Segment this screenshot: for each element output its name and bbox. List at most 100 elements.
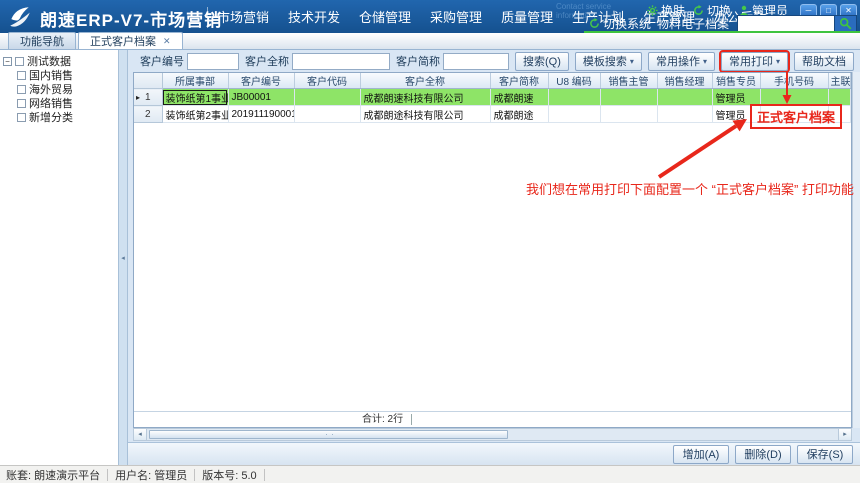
cell-sales-supervisor[interactable] [600, 106, 657, 123]
col-sales-rep[interactable]: 销售专员 [712, 73, 760, 89]
col-u8-code[interactable]: U8 编码 [548, 73, 600, 89]
tab-close-icon[interactable]: ✕ [163, 36, 171, 47]
row-number-cell[interactable]: 2 [134, 106, 162, 123]
tab-customer-archive[interactable]: 正式客户档案 ✕ [78, 32, 183, 49]
annotation-note-text: 我们想在常用打印下面配置一个 “正式客户档案” 打印功能 [526, 179, 854, 198]
app-logo-icon [7, 4, 33, 30]
cell-sales-supervisor[interactable] [600, 89, 657, 106]
cell-u8-code[interactable] [548, 106, 600, 123]
menu-item-purchasing[interactable]: 采购管理 [430, 7, 482, 26]
horizontal-scrollbar[interactable]: ◂ ▸ [133, 428, 852, 441]
splitter-collapse-icon[interactable]: ◂ [121, 254, 125, 262]
search-records-button[interactable]: 搜索(Q) [515, 52, 569, 71]
status-version: 版本号: 5.0 [202, 467, 256, 483]
full-name-input[interactable] [292, 53, 390, 70]
status-account: 账套: 朗速演示平台 [6, 467, 100, 483]
panel-splitter[interactable]: ◂ [118, 50, 128, 465]
title-separator [207, 7, 208, 26]
cell-customer-no[interactable]: JB00001 [228, 89, 294, 106]
save-button[interactable]: 保存(S) [797, 445, 853, 464]
tab-function-nav[interactable]: 功能导航 [8, 32, 76, 49]
app-title: 朗速ERP-V7-市场营销 [40, 6, 222, 31]
tab-strip: 功能导航 正式客户档案 ✕ [0, 33, 860, 50]
menu-item-quality[interactable]: 质量管理 [501, 7, 553, 26]
filter-toolbar: 客户编号 客户全称 客户简称 搜索(Q) 模板搜索 ▾ 常用操作 ▾ 常用打印 … [128, 50, 860, 72]
common-print-button[interactable]: 常用打印 ▾ [721, 52, 788, 71]
switch-system-button[interactable]: 切换系统 [589, 15, 651, 32]
status-user: 用户名: 管理员 [115, 467, 187, 483]
cell-short-name[interactable]: 成都朗途 [490, 106, 548, 123]
col-sales-manager[interactable]: 销售经理 [657, 73, 712, 89]
checkbox[interactable] [17, 99, 26, 108]
global-search-input[interactable] [737, 15, 835, 32]
row-header-corner [134, 73, 162, 89]
col-full-name[interactable]: 客户全称 [360, 73, 490, 89]
cell-dept[interactable]: 装饰纸第2事业部 [162, 106, 228, 123]
cell-full-name[interactable]: 成都朗速科技有限公司 [360, 89, 490, 106]
cell-short-name[interactable]: 成都朗速 [490, 89, 548, 106]
cell-sales-manager[interactable] [657, 89, 712, 106]
status-bar: 账套: 朗速演示平台 用户名: 管理员 版本号: 5.0 [0, 465, 860, 483]
full-name-label: 客户全称 [245, 53, 289, 69]
scroll-left-icon[interactable]: ◂ [134, 429, 147, 440]
cell-customer-no[interactable]: 201911190001 [228, 106, 294, 123]
row-count-total: 合计: 2行 [362, 414, 412, 425]
table-row[interactable]: 2 装饰纸第2事业部 201911190001 成都朗途科技有限公司 成都朗途 … [134, 106, 851, 123]
checkbox[interactable] [17, 85, 26, 94]
current-row-marker-icon: ▸ [136, 93, 140, 102]
record-action-bar: 增加(A) 删除(D) 保存(S) [128, 442, 860, 465]
delete-button[interactable]: 删除(D) [735, 445, 791, 464]
titlebar-actions-bottom: 切换系统 物料电子档案 [589, 15, 857, 32]
chevron-down-icon: ▾ [776, 57, 780, 66]
short-name-input[interactable] [443, 53, 509, 70]
cell-main-contact[interactable] [828, 89, 851, 106]
cell-customer-code[interactable] [294, 89, 360, 106]
col-main-contact[interactable]: 主联系人 [828, 73, 851, 89]
scrollbar-thumb[interactable] [149, 430, 508, 439]
annotation-print-label: 正式客户档案 [750, 104, 842, 129]
tree-node-domestic[interactable]: 国内销售 [3, 68, 115, 82]
help-doc-button[interactable]: 帮助文档 [794, 52, 854, 71]
titlebar: 朗速ERP-V7-市场营销 市场营销 技术开发 仓储管理 采购管理 质量管理 生… [0, 0, 860, 33]
tree-node-new-category[interactable]: 新增分类 [3, 110, 115, 124]
collapse-icon[interactable]: − [3, 57, 12, 66]
common-actions-button[interactable]: 常用操作 ▾ [648, 52, 715, 71]
menu-item-warehouse[interactable]: 仓储管理 [359, 7, 411, 26]
tree-node-root[interactable]: − 测试数据 [3, 54, 115, 68]
chevron-down-icon: ▾ [703, 57, 707, 66]
checkbox[interactable] [17, 113, 26, 122]
scrollbar-track[interactable] [147, 429, 838, 440]
add-button[interactable]: 增加(A) [673, 445, 729, 464]
cell-dept[interactable]: 装饰纸第1事业部 [162, 89, 228, 106]
checkbox[interactable] [17, 71, 26, 80]
cell-customer-code[interactable] [294, 106, 360, 123]
refresh-icon [589, 18, 600, 29]
col-dept[interactable]: 所属事部 [162, 73, 228, 89]
col-short-name[interactable]: 客户简称 [490, 73, 548, 89]
col-customer-code[interactable]: 客户代码 [294, 73, 360, 89]
customer-no-input[interactable] [187, 53, 239, 70]
scroll-right-icon[interactable]: ▸ [838, 429, 851, 440]
row-number-cell[interactable]: ▸ 1 [134, 89, 162, 106]
menu-item-tech-dev[interactable]: 技术开发 [288, 7, 340, 26]
cell-phone[interactable] [760, 89, 828, 106]
checkbox[interactable] [15, 57, 24, 66]
chevron-down-icon: ▾ [630, 57, 634, 66]
cell-full-name[interactable]: 成都朗途科技有限公司 [360, 106, 490, 123]
col-customer-no[interactable]: 客户编号 [228, 73, 294, 89]
tree-node-online[interactable]: 网络销售 [3, 96, 115, 110]
cell-u8-code[interactable] [548, 89, 600, 106]
search-icon [839, 17, 852, 30]
template-search-button[interactable]: 模板搜索 ▾ [575, 52, 642, 71]
table-row[interactable]: ▸ 1 装饰纸第1事业部 JB00001 成都朗速科技有限公司 成都朗速 管理员 [134, 89, 851, 106]
col-sales-supervisor[interactable]: 销售主管 [600, 73, 657, 89]
vertical-scrollbar[interactable] [852, 72, 860, 428]
cell-sales-rep[interactable]: 管理员 [712, 89, 760, 106]
search-button[interactable] [835, 15, 857, 32]
menu-item-marketing[interactable]: 市场营销 [217, 7, 269, 26]
tree-node-overseas[interactable]: 海外贸易 [3, 82, 115, 96]
customer-no-label: 客户编号 [140, 53, 184, 69]
cell-sales-manager[interactable] [657, 106, 712, 123]
material-archive-link[interactable]: 物料电子档案 [657, 15, 729, 32]
col-phone[interactable]: 手机号码 [760, 73, 828, 89]
